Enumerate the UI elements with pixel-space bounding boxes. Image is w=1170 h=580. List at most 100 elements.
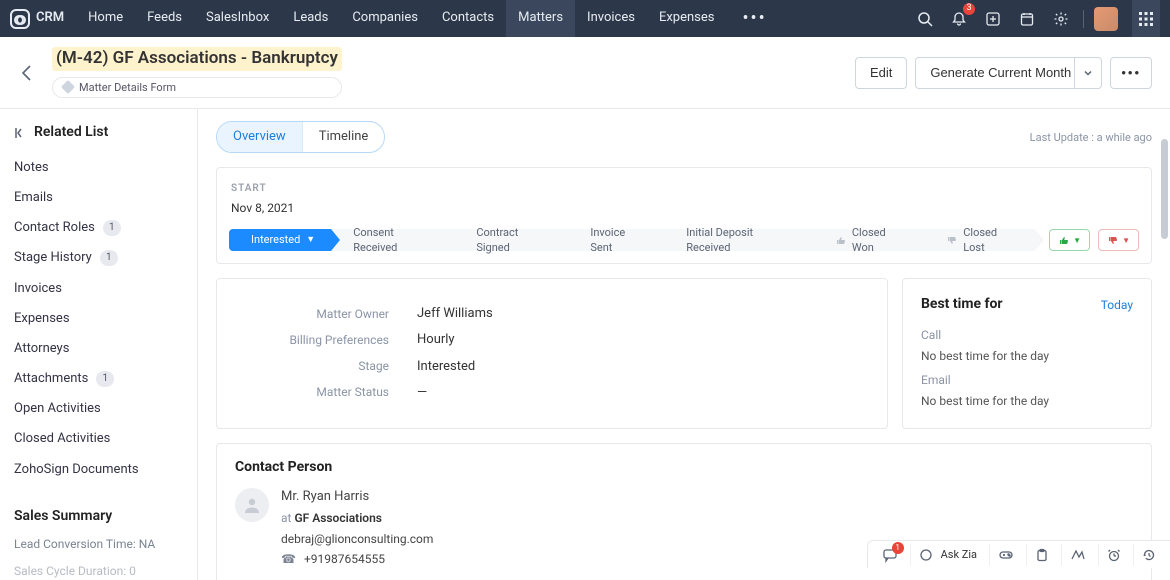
stage-closed-lost[interactable]: Closed Lost: [924, 229, 1035, 251]
generate-invoice-button[interactable]: Generate Current Month I…: [915, 57, 1075, 89]
best-time-rows: CallNo best time for the dayEmailNo best…: [921, 327, 1133, 410]
layout-tag[interactable]: Matter Details Form: [52, 77, 342, 98]
nav-item-leads[interactable]: Leads: [281, 0, 340, 37]
apps-grid-icon[interactable]: [1132, 0, 1160, 37]
stage-track: Interested▼Consent ReceivedContract Sign…: [217, 227, 1151, 253]
sidebar-item-label: Closed Activities: [14, 430, 110, 448]
stage-consent-received[interactable]: Consent Received: [331, 229, 454, 251]
page-title: (M-42) GF Associations - Bankruptcy: [52, 47, 342, 71]
more-actions-button[interactable]: •••: [1110, 57, 1152, 89]
sidebar-item-emails[interactable]: Emails: [14, 183, 183, 213]
zia-icon[interactable]: [1061, 544, 1094, 566]
page-header: (M-42) GF Associations - Bankruptcy Matt…: [0, 37, 1170, 109]
stage-label: Initial Deposit Received: [686, 225, 797, 256]
brand[interactable]: CRM: [10, 9, 64, 29]
collapse-icon[interactable]: [14, 127, 26, 139]
nav-item-invoices[interactable]: Invoices: [575, 0, 647, 37]
nav-item-companies[interactable]: Companies: [340, 0, 430, 37]
top-nav: CRM HomeFeedsSalesInboxLeadsCompaniesCon…: [0, 0, 1170, 37]
stage-start-label: START: [231, 182, 1137, 196]
tabs: Overview Timeline: [216, 121, 385, 153]
two-col: Matter OwnerJeff Williams Billing Prefere…: [216, 278, 1152, 429]
stage-label: Interested: [251, 232, 300, 247]
sidebar-item-label: Contact Roles: [14, 219, 95, 237]
nav-item-home[interactable]: Home: [76, 0, 135, 37]
sidebar-item-label: Stage History: [14, 249, 92, 267]
clipboard-icon[interactable]: [1026, 544, 1057, 566]
info-value: Hourly: [417, 331, 455, 349]
add-icon[interactable]: [981, 7, 1005, 31]
sidebar-item-zohosign-documents[interactable]: ZohoSign Documents: [14, 455, 183, 485]
sidebar: Related List NotesEmailsContact Roles1St…: [0, 109, 198, 580]
best-time-value: No best time for the day: [921, 393, 1133, 410]
contact-person-title: Contact Person: [235, 458, 1133, 478]
stage-invoice-sent[interactable]: Invoice Sent: [568, 229, 664, 251]
alarm-icon[interactable]: [1098, 544, 1129, 566]
sidebar-item-expenses[interactable]: Expenses: [14, 304, 183, 334]
brand-logo-icon: [10, 9, 30, 29]
header-actions: Edit Generate Current Month I… •••: [855, 57, 1152, 89]
sidebar-item-attachments[interactable]: Attachments1: [14, 364, 183, 394]
contact-email: debraj@glionconsulting.com: [281, 531, 433, 548]
bottom-toolbar: 1 Ask Zia: [867, 540, 1170, 568]
thumbs-down-button[interactable]: ▼: [1098, 229, 1139, 251]
back-button[interactable]: [14, 60, 40, 86]
tab-timeline[interactable]: Timeline: [302, 122, 385, 152]
sidebar-item-invoices[interactable]: Invoices: [14, 274, 183, 304]
bell-icon[interactable]: 3: [947, 7, 971, 31]
stage-label: Consent Received: [353, 225, 438, 256]
stage-outcome-buttons: ▼▼: [1049, 229, 1139, 251]
stage-closed-won[interactable]: Closed Won: [813, 229, 924, 251]
stage-interested[interactable]: Interested ▼: [229, 229, 331, 251]
nav-items: HomeFeedsSalesInboxLeadsCompaniesContact…: [76, 0, 726, 37]
gamepad-icon[interactable]: [989, 544, 1022, 566]
info-row: Billing PreferencesHourly: [239, 331, 865, 349]
nav-item-feeds[interactable]: Feeds: [135, 0, 194, 37]
bell-badge: 3: [963, 3, 975, 15]
best-time-value: No best time for the day: [921, 348, 1133, 365]
edit-button[interactable]: Edit: [855, 57, 907, 89]
info-label: Matter Status: [239, 384, 389, 401]
avatar[interactable]: [1094, 7, 1118, 31]
sidebar-item-notes[interactable]: Notes: [14, 153, 183, 183]
main-area: Overview Timeline Last Update : a while …: [198, 109, 1170, 580]
scrollbar[interactable]: [1161, 129, 1168, 529]
stage-contract-signed[interactable]: Contract Signed: [454, 229, 568, 251]
sidebar-item-count: 1: [96, 371, 114, 387]
top-nav-left: CRM HomeFeedsSalesInboxLeadsCompaniesCon…: [10, 0, 779, 37]
contact-company-line: at GF Associations: [281, 510, 433, 527]
sidebar-section-sales-summary: Sales Summary: [14, 507, 183, 527]
sidebar-item-open-activities[interactable]: Open Activities: [14, 394, 183, 424]
sidebar-item-label: Emails: [14, 189, 53, 207]
generate-invoice-caret[interactable]: [1075, 57, 1102, 89]
sidebar-item-label: Open Activities: [14, 400, 101, 418]
chevron-down-icon: ▼: [306, 234, 315, 247]
stage-label: Closed Lost: [963, 225, 1019, 256]
nav-item-salesinbox[interactable]: SalesInbox: [194, 0, 281, 37]
search-icon[interactable]: [913, 7, 937, 31]
gear-icon[interactable]: [1049, 7, 1073, 31]
stage-initial-deposit-received[interactable]: Initial Deposit Received: [664, 229, 813, 251]
sidebar-item-stage-history[interactable]: Stage History 1: [14, 243, 183, 273]
nav-item-matters[interactable]: Matters: [506, 0, 575, 37]
thumbs-up-button[interactable]: ▼: [1049, 229, 1090, 251]
sidebar-item-count: 1: [100, 250, 118, 266]
nav-item-expenses[interactable]: Expenses: [647, 0, 727, 37]
chat-icon[interactable]: 1: [874, 544, 906, 566]
sidebar-item-attorneys[interactable]: Attorneys: [14, 334, 183, 364]
sidebar-item-label: Notes: [14, 159, 49, 177]
sidebar-item-label: ZohoSign Documents: [14, 461, 139, 479]
best-time-today-link[interactable]: Today: [1101, 297, 1133, 314]
tab-overview[interactable]: Overview: [217, 122, 302, 152]
contact-phone: ☎+91987654555: [281, 551, 433, 568]
sidebar-item-closed-activities[interactable]: Closed Activities: [14, 424, 183, 454]
info-label: Stage: [239, 358, 389, 375]
calendar-icon[interactable]: [1015, 7, 1039, 31]
nav-more-button[interactable]: •••: [730, 0, 778, 37]
scroll-thumb[interactable]: [1161, 139, 1168, 239]
history-icon[interactable]: [1133, 544, 1164, 566]
nav-item-contacts[interactable]: Contacts: [430, 0, 506, 37]
info-row: Matter OwnerJeff Williams: [239, 305, 865, 323]
sidebar-item-contact-roles[interactable]: Contact Roles1: [14, 213, 183, 243]
ask-zia-button[interactable]: Ask Zia: [910, 544, 985, 566]
